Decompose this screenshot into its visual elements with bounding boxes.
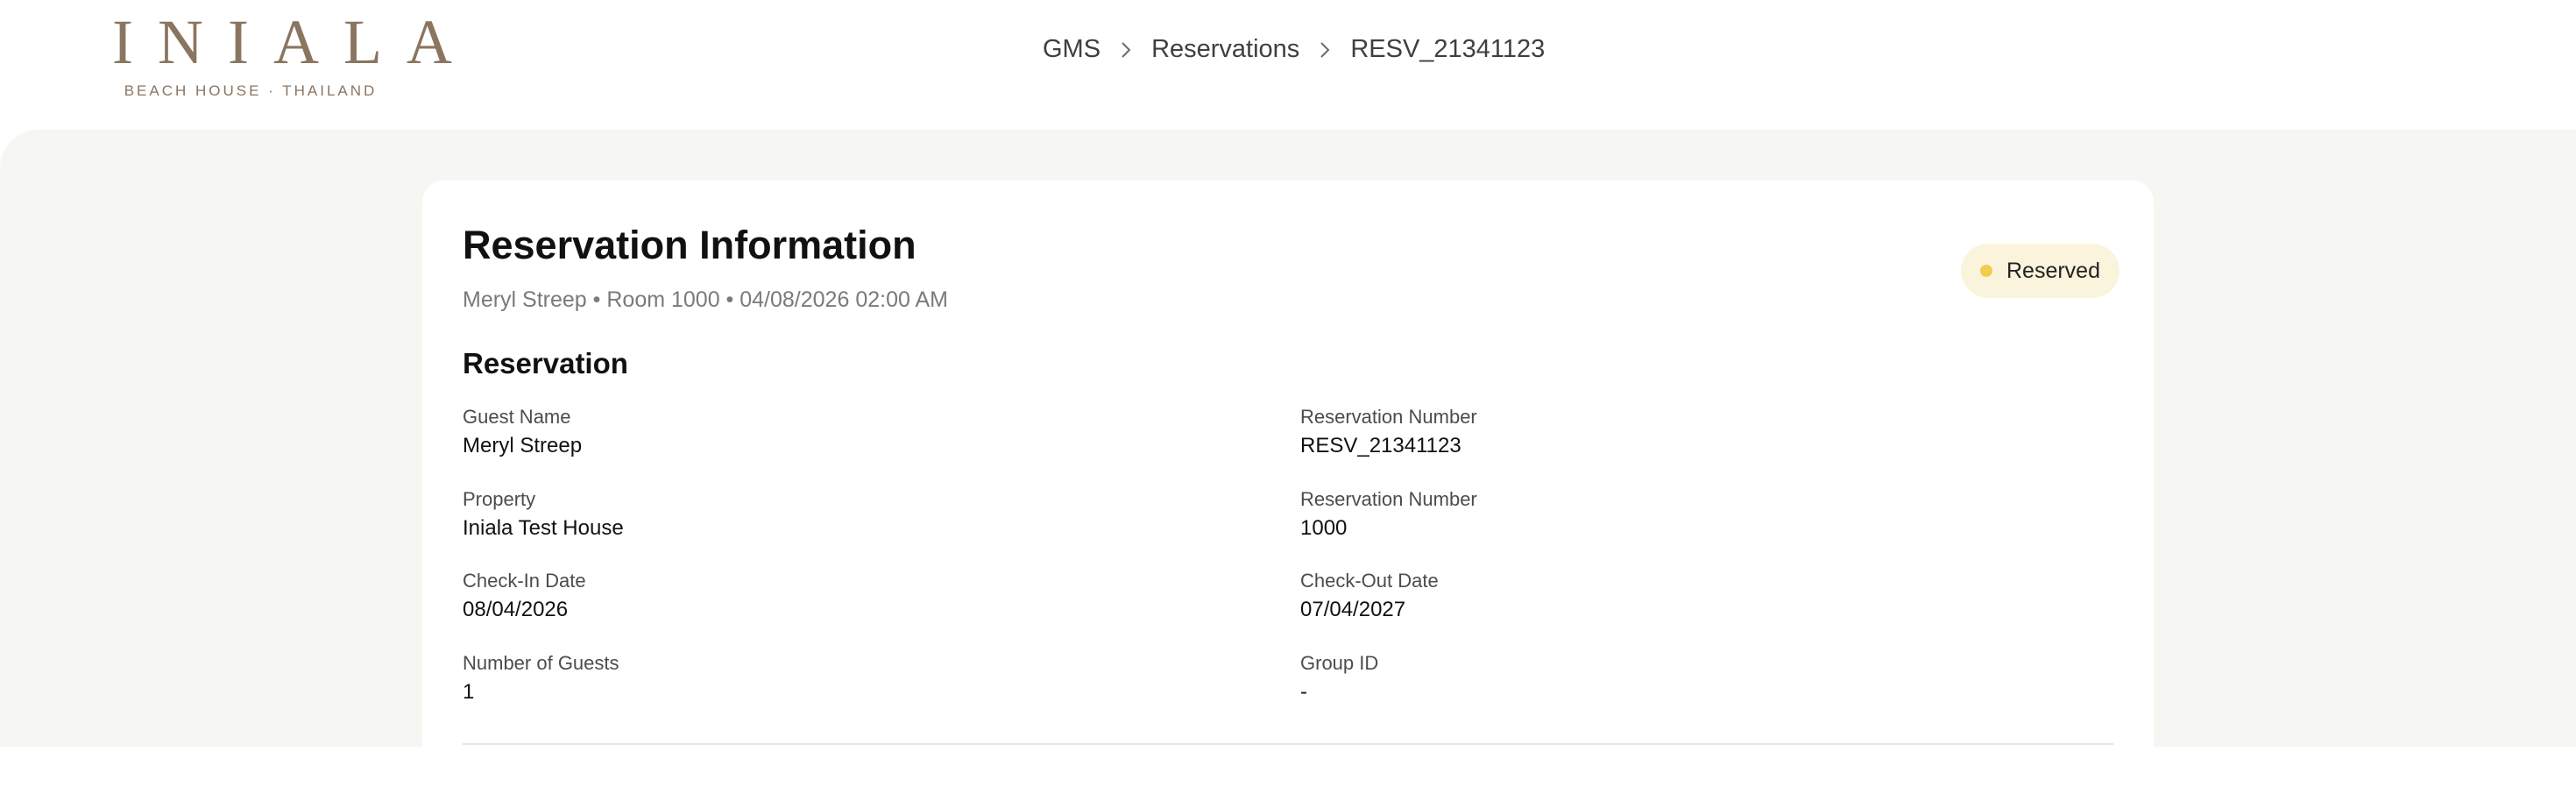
chevron-right-icon [1120, 40, 1132, 60]
field-check-out-date: Check-Out Date 07/04/2027 [1300, 569, 2071, 623]
field-value: Meryl Streep [463, 434, 583, 457]
top-header: INIALA BEACH HOUSE · THAILAND GMS Reserv… [0, 0, 2576, 130]
section-divider [463, 743, 2113, 745]
page-title: Reservation Information [463, 223, 916, 267]
field-guest-name: Guest Name Meryl Streep [463, 405, 1234, 459]
field-reservation-number: Reservation Number RESV_21341123 [1300, 405, 2071, 459]
breadcrumb: GMS Reservations RESV_21341123 [1043, 35, 1545, 64]
status-label: Reserved [2006, 258, 2100, 283]
field-label: Check-In Date [463, 570, 586, 592]
field-group-id: Group ID - [1300, 651, 2071, 705]
field-room-number: Reservation Number 1000 [1300, 487, 2071, 542]
field-label: Guest Name [463, 406, 571, 428]
breadcrumb-item-current: RESV_21341123 [1350, 35, 1546, 63]
logo-tagline: BEACH HOUSE · THAILAND [124, 82, 378, 99]
field-value: 1 [463, 680, 475, 704]
field-property: Property Iniala Test House [463, 487, 1234, 542]
section-title-reservation: Reservation [463, 347, 628, 379]
field-value: - [1300, 680, 1307, 704]
field-label: Reservation Number [1300, 406, 1477, 428]
field-check-in-date: Check-In Date 08/04/2026 [463, 569, 1234, 623]
iniala-logo[interactable]: INIALA BEACH HOUSE · THAILAND [88, 7, 477, 99]
field-label: Number of Guests [463, 652, 619, 674]
field-label: Group ID [1300, 652, 1379, 674]
field-value: 08/04/2026 [463, 598, 569, 621]
status-dot-icon [1980, 265, 1992, 277]
field-label: Reservation Number [1300, 488, 1477, 510]
status-badge: Reserved [1961, 244, 2120, 298]
logo-wordmark: INIALA [112, 7, 477, 77]
field-value: Iniala Test House [463, 516, 624, 540]
field-label: Property [463, 488, 536, 510]
chevron-right-icon [1319, 40, 1331, 60]
reservation-summary: Meryl Streep • Room 1000 • 04/08/2026 02… [463, 287, 948, 312]
breadcrumb-item-gms[interactable]: GMS [1043, 35, 1100, 64]
field-value: 1000 [1300, 516, 1348, 540]
field-label: Check-Out Date [1300, 570, 1439, 592]
reservation-info-card: Reservation Information Meryl Streep • R… [422, 181, 2154, 794]
field-value: RESV_21341123 [1300, 434, 1461, 457]
breadcrumb-item-reservations[interactable]: Reservations [1151, 35, 1299, 64]
field-value: 07/04/2027 [1300, 598, 1406, 621]
field-number-of-guests: Number of Guests 1 [463, 651, 1234, 705]
